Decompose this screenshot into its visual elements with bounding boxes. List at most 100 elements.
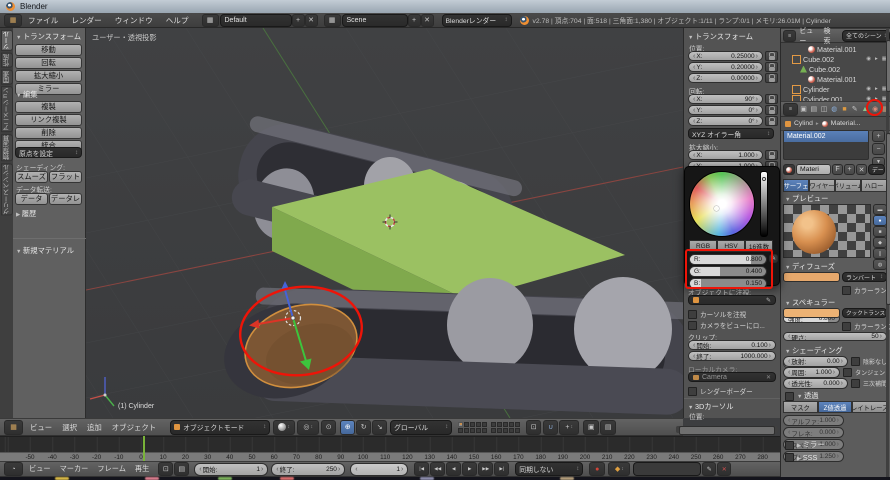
sss-enable-checkbox[interactable] bbox=[785, 453, 794, 462]
breadcrumb-material[interactable]: Material... bbox=[831, 120, 861, 127]
shading-value-field[interactable]: 透光性:0.000 bbox=[783, 378, 848, 389]
redo-panel-header[interactable]: 新規マテリアル bbox=[16, 246, 74, 256]
wheel-front-right[interactable] bbox=[574, 277, 672, 381]
material-type-tab[interactable]: ハロー bbox=[861, 179, 887, 192]
outliner-row[interactable]: Cube.002 ◉ ▸ ▦ bbox=[781, 64, 890, 74]
diffuse-shader-dropdown[interactable]: ランバート bbox=[842, 272, 887, 282]
slot-remove-button[interactable]: − bbox=[872, 143, 885, 155]
current-frame-field[interactable]: 1 bbox=[350, 463, 408, 476]
timeline-menu-item[interactable]: マーカー bbox=[60, 464, 89, 474]
picker-mode-tab[interactable]: 16進数 bbox=[745, 240, 773, 252]
tab-render-layers[interactable]: ▤ bbox=[809, 105, 818, 113]
viewport-canvas[interactable] bbox=[86, 28, 683, 418]
visibility-eye-icon[interactable]: ◉ bbox=[866, 56, 871, 62]
viewport-editor-type-button[interactable]: ▦ bbox=[4, 420, 23, 435]
lookat-object-field[interactable]: ✎ bbox=[688, 295, 776, 305]
frame-start-field[interactable]: 開始:1 bbox=[194, 463, 268, 476]
outliner-editor-type-button[interactable]: ≡ bbox=[783, 30, 796, 42]
tab-scene[interactable]: ◫ bbox=[819, 105, 828, 113]
shading-checkbox[interactable]: 陰影なし bbox=[851, 357, 887, 366]
manipulator-rotate-toggle[interactable]: ↻ bbox=[356, 420, 371, 435]
lock-icon[interactable] bbox=[765, 105, 778, 115]
sss-header[interactable]: SSS bbox=[797, 453, 817, 462]
picker-mode-tab[interactable]: HSV bbox=[717, 240, 745, 252]
tool-button[interactable]: リンク複製 bbox=[15, 114, 82, 126]
visibility-eye-icon[interactable]: ◉ bbox=[866, 86, 871, 92]
specular-color-swatch[interactable] bbox=[783, 308, 840, 318]
sync-dropdown[interactable]: 同期しない bbox=[515, 462, 583, 476]
specular-ramp-checkbox[interactable]: カラーランプ bbox=[842, 321, 890, 331]
scale-field[interactable]: X:1.000 bbox=[688, 150, 763, 160]
snap-element-dropdown[interactable]: +↕ bbox=[559, 420, 579, 435]
transfer-button[interactable]: データレ bbox=[49, 193, 82, 205]
transform-section-header[interactable]: トランスフォーム bbox=[16, 32, 81, 42]
toolshelf-tab[interactable]: 物理演算 bbox=[1, 134, 13, 161]
outliner-row[interactable]: Material.001 ◉ ▸ ▦ bbox=[781, 74, 890, 84]
lock-icon[interactable] bbox=[765, 51, 778, 61]
menu-item[interactable]: ヘルプ bbox=[166, 15, 189, 26]
menu-item[interactable]: レンダー bbox=[71, 15, 101, 26]
playback-button[interactable]: ◀◀ bbox=[430, 462, 445, 476]
channel-slider[interactable]: B:0.150 bbox=[689, 278, 767, 289]
scene-delete-button[interactable]: ✕ bbox=[421, 14, 434, 27]
slot-add-button[interactable]: + bbox=[872, 130, 885, 142]
viewport-shading-button[interactable]: ↕ bbox=[273, 420, 295, 435]
selectable-icon[interactable]: ▸ bbox=[875, 56, 878, 62]
tab-modifiers[interactable]: ✎ bbox=[850, 105, 859, 113]
transparency-field[interactable]: フレネ:0.000 bbox=[783, 427, 844, 438]
transparency-tab[interactable]: Z値透過 bbox=[818, 401, 853, 413]
clip-field[interactable]: 終了:1000.000 bbox=[688, 351, 776, 361]
hardness-field[interactable]: 硬さ:50 bbox=[783, 332, 887, 341]
rotation-field[interactable]: Y:0° bbox=[688, 105, 763, 115]
timeline-editor-type-button[interactable]: ◔ bbox=[4, 462, 23, 476]
viewport-menu-item[interactable]: オブジェクト bbox=[112, 422, 156, 433]
keying-set-button[interactable]: ◆↕ bbox=[608, 462, 630, 476]
editor-type-button[interactable]: ▦ bbox=[4, 14, 22, 27]
preview-cube-button[interactable]: ■ bbox=[873, 226, 887, 237]
lock-icon[interactable] bbox=[765, 94, 778, 104]
screen-add-button[interactable]: + bbox=[292, 14, 305, 27]
transparency-tab[interactable]: レイトレース bbox=[852, 401, 887, 413]
manipulator-scale-toggle[interactable]: ↘ bbox=[372, 420, 387, 435]
shading-checkbox[interactable]: タンジェント.. bbox=[843, 368, 887, 377]
npanel-transform-header[interactable]: トランスフォーム bbox=[688, 32, 753, 42]
transparency-tab[interactable]: マスク bbox=[783, 401, 818, 413]
snap-magnet-toggle[interactable]: ∪ bbox=[543, 420, 558, 435]
preview-world-button[interactable]: ◍ bbox=[873, 259, 887, 270]
scene-browse-icon[interactable]: ▦ bbox=[324, 14, 341, 27]
channel-slider[interactable]: R:0.800 bbox=[689, 254, 767, 265]
timeline-menu-item[interactable]: 再生 bbox=[135, 464, 149, 474]
playback-button[interactable]: ▶ bbox=[462, 462, 477, 476]
viewport-menu-item[interactable]: 追加 bbox=[87, 422, 102, 433]
outliner-row[interactable]: Cube.002 ◉ ▸ ▦ bbox=[781, 54, 890, 64]
menu-item[interactable]: ファイル bbox=[28, 15, 58, 26]
lock-icon[interactable] bbox=[765, 62, 778, 72]
tool-button[interactable]: 回転 bbox=[15, 57, 82, 69]
tool-button[interactable]: 削除 bbox=[15, 127, 82, 139]
preview-sphere-button[interactable]: ● bbox=[873, 215, 887, 226]
timeline-menu-item[interactable]: ビュー bbox=[29, 464, 51, 474]
menu-item[interactable]: ウィンドウ bbox=[115, 15, 153, 26]
keying-set-field[interactable] bbox=[633, 462, 701, 476]
layer-buttons[interactable] bbox=[458, 422, 520, 433]
toolshelf-tab[interactable]: グリースペンシル bbox=[1, 163, 13, 215]
properties-editor-type-button[interactable]: ≡ bbox=[783, 103, 798, 116]
channel-slider[interactable]: G:0.400 bbox=[689, 266, 767, 277]
rotation-mode-dropdown[interactable]: XYZ オイラー角 bbox=[688, 128, 774, 139]
shading-value-field[interactable]: 放射:0.00 bbox=[783, 356, 848, 367]
clip-field[interactable]: 開始:0.100 bbox=[688, 340, 776, 350]
timeline-ruler[interactable]: -50-40-30-20-100102030405060708090100110… bbox=[0, 452, 780, 461]
outliner-menu-item[interactable]: 検索 bbox=[824, 26, 835, 46]
material-type-tab[interactable]: サーフェ bbox=[783, 179, 809, 192]
tool-button[interactable]: 拡大縮小 bbox=[15, 70, 82, 82]
frame-end-field[interactable]: 終了:250 bbox=[271, 463, 345, 476]
history-section-header[interactable]: 履歴 bbox=[16, 209, 36, 219]
playback-button[interactable]: ▶▶ bbox=[478, 462, 493, 476]
material-type-tab[interactable]: ボリューム bbox=[835, 179, 861, 192]
delete-keyframe-button[interactable]: ✕ bbox=[717, 462, 731, 476]
lock-icon[interactable] bbox=[765, 116, 778, 126]
material-add-button[interactable]: + bbox=[844, 164, 855, 175]
screen-browse-icon[interactable]: ▦ bbox=[202, 14, 219, 27]
tab-material[interactable]: ◉ bbox=[871, 105, 880, 113]
transparency-field[interactable]: アルファ:1.000 bbox=[783, 415, 844, 426]
